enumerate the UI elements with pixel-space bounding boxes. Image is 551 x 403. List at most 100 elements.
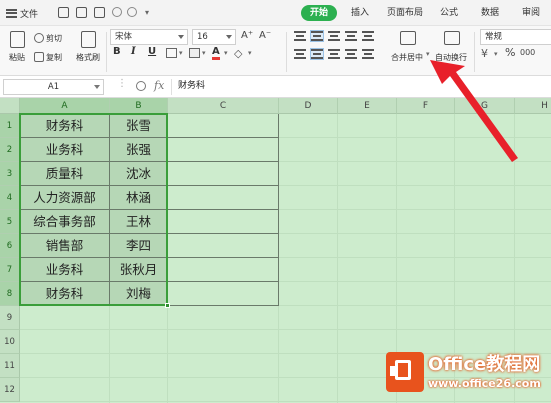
row-header-6[interactable]: 6	[0, 234, 20, 258]
column-header-e[interactable]: E	[338, 98, 397, 114]
chevron-down-icon[interactable]: ▾	[202, 49, 206, 57]
divider	[474, 32, 475, 72]
increase-font-icon[interactable]: A⁺	[241, 30, 253, 41]
chevron-down-icon[interactable]: ▾	[426, 50, 430, 58]
number-format-select[interactable]: 常规	[480, 29, 551, 45]
borders-icon[interactable]	[166, 48, 177, 58]
file-menu-button[interactable]: 文件	[6, 6, 38, 20]
align-center-icon[interactable]	[310, 48, 324, 60]
italic-button[interactable]: I	[131, 46, 136, 60]
row-header-3[interactable]: 3	[0, 162, 20, 186]
cell-c2[interactable]	[168, 138, 279, 162]
office-logo-icon	[386, 352, 424, 392]
indent-icon[interactable]	[362, 31, 374, 41]
row-header-10[interactable]: 10	[0, 330, 20, 354]
name-box[interactable]: A1	[3, 79, 104, 95]
align-bottom-icon[interactable]	[328, 31, 340, 41]
chevron-down-icon[interactable]: ▾	[224, 49, 228, 57]
justify-icon[interactable]	[345, 49, 357, 59]
copy-icon	[34, 52, 44, 62]
currency-icon[interactable]: ¥	[481, 47, 488, 60]
watermark-title: Office教程网	[428, 354, 541, 375]
undo-icon[interactable]	[112, 7, 122, 17]
cell-c3[interactable]	[168, 162, 279, 186]
cell-c5[interactable]	[168, 210, 279, 234]
select-all-corner[interactable]	[0, 98, 20, 114]
logo-square	[395, 360, 411, 380]
tab-data[interactable]: 数据	[481, 6, 499, 21]
scissors-icon	[34, 33, 44, 43]
cell-c8[interactable]	[168, 282, 279, 306]
chevron-down-icon	[226, 35, 232, 39]
font-name-select[interactable]: 宋体	[110, 29, 188, 45]
row-header-12[interactable]: 12	[0, 378, 20, 402]
row-header-11[interactable]: 11	[0, 354, 20, 378]
divider	[106, 32, 107, 72]
column-header-g[interactable]: G	[455, 98, 515, 114]
ribbon-tabs-bar: 文件 ▾ 开始 插入 页面布局 公式 数据 审阅	[0, 0, 551, 26]
wrap-text-button[interactable]: 自动换行	[432, 28, 470, 72]
row-header-5[interactable]: 5	[0, 210, 20, 234]
divider	[286, 32, 287, 72]
bold-button[interactable]: B	[113, 46, 121, 60]
merge-center-button[interactable]: 合并居中	[384, 28, 430, 72]
eraser-icon[interactable]: ◇	[234, 47, 242, 60]
row-header-7[interactable]: 7	[0, 258, 20, 282]
row-header-4[interactable]: 4	[0, 186, 20, 210]
paste-button[interactable]: 粘贴	[4, 28, 30, 72]
align-right-icon[interactable]	[328, 49, 340, 59]
chevron-down-icon[interactable]: ▾	[248, 49, 252, 57]
cell-c6[interactable]	[168, 234, 279, 258]
chevron-down-icon	[178, 35, 184, 39]
row-header-8[interactable]: 8	[0, 282, 20, 306]
percent-button[interactable]: %	[505, 46, 515, 59]
column-header-c[interactable]: C	[168, 98, 279, 114]
watermark-url: www.office26.com	[428, 377, 541, 390]
tab-page-layout[interactable]: 页面布局	[387, 6, 423, 21]
format-painter-button[interactable]: 格式刷	[72, 28, 104, 72]
cell-c1[interactable]	[168, 114, 279, 138]
row-header-2[interactable]: 2	[0, 138, 20, 162]
save-icon[interactable]	[58, 7, 69, 18]
chevron-down-icon[interactable]: ▾	[179, 49, 183, 57]
column-header-b[interactable]: B	[110, 98, 168, 114]
wrap-text-label: 自动换行	[435, 53, 467, 62]
copy-button[interactable]: 复制	[34, 50, 62, 64]
align-left-icon[interactable]	[294, 49, 306, 59]
tab-home[interactable]: 开始	[301, 5, 338, 21]
fill-handle[interactable]	[165, 303, 170, 308]
cell-c4[interactable]	[168, 186, 279, 210]
formula-input[interactable]: 财务科	[171, 79, 551, 95]
row-header-9[interactable]: 9	[0, 306, 20, 330]
fill-color-icon[interactable]	[189, 48, 200, 58]
align-middle-icon[interactable]	[310, 30, 324, 42]
font-size-select[interactable]: 16	[192, 29, 236, 45]
decrease-font-icon[interactable]: A⁻	[259, 30, 271, 41]
merge-center-label: 合并居中	[391, 53, 423, 62]
chevron-down-icon[interactable]: ▾	[494, 50, 498, 58]
export-icon[interactable]	[76, 7, 87, 18]
distributed-icon[interactable]	[362, 49, 374, 59]
tab-review[interactable]: 审阅	[522, 6, 540, 21]
column-header-a[interactable]: A	[20, 98, 110, 114]
redo-icon[interactable]	[127, 7, 137, 17]
more-icon: ⋮	[117, 78, 127, 89]
fx-icon[interactable]: fx	[154, 79, 164, 92]
merge-cells-icon	[400, 31, 416, 45]
tab-insert[interactable]: 插入	[351, 6, 369, 21]
thousands-button[interactable]: 000	[520, 48, 535, 57]
row-header-1[interactable]: 1	[0, 114, 20, 138]
orientation-icon[interactable]	[345, 31, 357, 41]
column-header-h[interactable]: H	[515, 98, 551, 114]
cut-button[interactable]: 剪切	[34, 31, 62, 45]
font-color-button[interactable]: A	[212, 46, 220, 60]
zoom-icon[interactable]	[136, 81, 146, 91]
cell-c7[interactable]	[168, 258, 279, 282]
column-header-f[interactable]: F	[397, 98, 455, 114]
column-header-d[interactable]: D	[279, 98, 338, 114]
tab-formulas[interactable]: 公式	[440, 6, 458, 21]
quick-access-dropdown-icon[interactable]: ▾	[145, 8, 149, 17]
align-top-icon[interactable]	[294, 31, 306, 41]
underline-button[interactable]: U	[148, 46, 156, 60]
print-icon[interactable]	[94, 7, 105, 18]
